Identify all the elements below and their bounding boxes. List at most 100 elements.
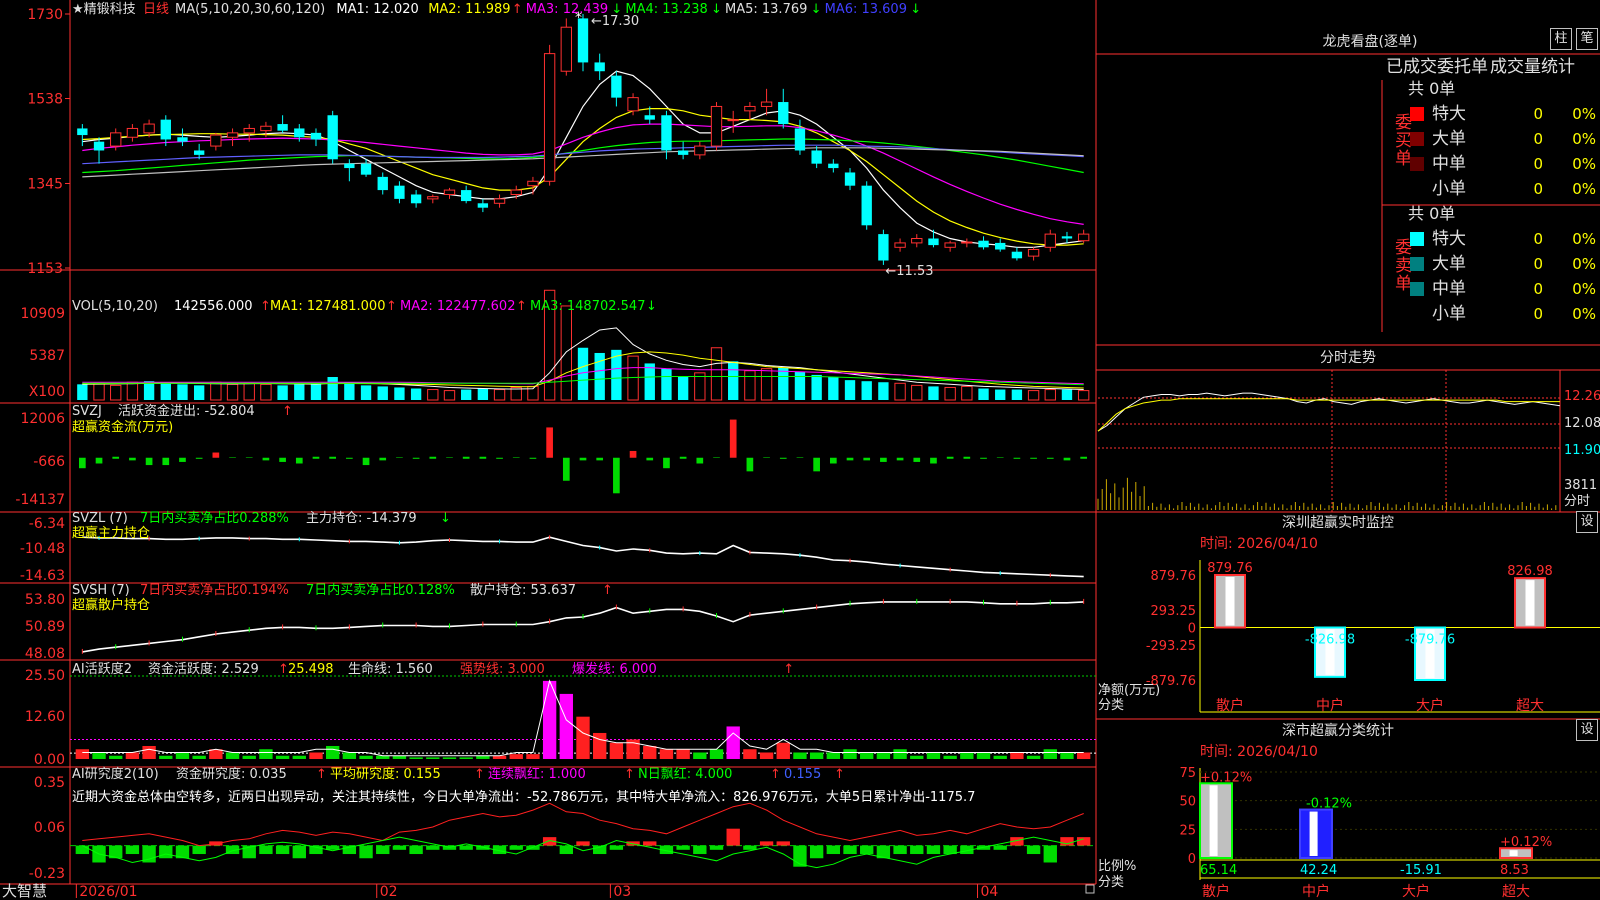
research-bar — [893, 845, 907, 855]
sell-row-label: 中单 — [1432, 279, 1466, 299]
svzj-bar — [479, 456, 487, 459]
candle-down — [677, 150, 689, 155]
vol-bar-up — [443, 390, 456, 401]
monitor-settings-button[interactable]: 设 — [1576, 511, 1598, 533]
class-change-label: +0.12% — [1200, 770, 1252, 785]
research-bar — [1043, 845, 1057, 863]
sell-row-pct: 0% — [1572, 255, 1596, 273]
monitor-value-label: -879.76 — [1405, 633, 1455, 648]
sell-row-label: 大单 — [1432, 254, 1466, 274]
ai-active-bar — [960, 752, 974, 759]
research-bar — [409, 845, 423, 855]
research-bar — [376, 845, 390, 855]
svzj-bar — [1063, 457, 1071, 461]
candle-up — [226, 132, 239, 138]
ai-active-bar — [192, 755, 206, 759]
svzj-bar — [1046, 457, 1054, 459]
candle-down — [394, 185, 405, 199]
chart-canvas[interactable]: 1730 1538 1345 1153 ★精锻科技 日线 MA(5,10,20,30,60,… — [0, 0, 1600, 900]
ai-active-bar — [926, 752, 941, 759]
ai-active-bar — [92, 752, 106, 759]
intraday-price-line — [1097, 392, 1561, 432]
class-category-label: 超大 — [1502, 884, 1530, 900]
intraday-tick-label: 12.26 — [1564, 389, 1600, 404]
class-bar-highlight — [1209, 785, 1218, 856]
sell-row-pct: 0% — [1572, 280, 1596, 298]
svsh-tick-label: 50.89 — [25, 619, 65, 635]
svzj-bar — [529, 457, 537, 459]
ai-active-bar — [793, 752, 807, 759]
buy-row-pct: 0% — [1572, 130, 1596, 148]
candle-up — [627, 97, 639, 112]
svzj-bar — [1030, 457, 1037, 459]
vol-bar-down — [477, 388, 489, 400]
candle-up — [1027, 249, 1040, 257]
svzl-arrow: ↓ — [440, 511, 451, 526]
svzj-bar — [546, 427, 553, 458]
buy-side-label-char: 买 — [1395, 131, 1412, 151]
pen-mode-button[interactable]: 笔 — [1576, 28, 1598, 50]
svzj-bar — [279, 457, 286, 462]
svzj-bar — [579, 457, 587, 461]
ai-active-bar — [943, 755, 957, 759]
ai-active-bar — [142, 745, 156, 759]
vol-bar-up — [1044, 389, 1056, 401]
vol-bar-down — [828, 377, 839, 400]
svzj-bar — [362, 457, 370, 466]
sell-row-count: 0 — [1533, 230, 1543, 248]
svzl-tick-label: -6.34 — [29, 516, 65, 532]
class-change-label: -0.12% — [1306, 797, 1352, 812]
ai-active-bar — [659, 749, 674, 759]
ai-active-bar — [876, 752, 891, 759]
ai-active-bar — [359, 755, 373, 759]
svzj-bar — [880, 457, 887, 462]
research-bar — [1026, 845, 1041, 855]
vol-bar-up — [110, 384, 122, 401]
candle-up — [744, 105, 756, 112]
candle-up — [443, 189, 456, 195]
vol-bar-down — [344, 382, 355, 400]
vol-ma3-arrow: ↓ — [646, 299, 657, 314]
lhb-title: 龙虎看盘(逐单) — [1323, 33, 1418, 50]
candle-down — [778, 102, 789, 125]
svzj-bar — [312, 456, 320, 459]
svzj-bar — [195, 457, 203, 459]
sell-side-label-char: 委 — [1395, 238, 1412, 258]
ai-tick-label: 0.00 — [34, 752, 65, 768]
vol-bar-up — [744, 370, 756, 401]
svzj-bar — [145, 457, 153, 466]
vol-bar-down — [377, 386, 388, 400]
vol-bar-up — [944, 386, 956, 401]
svzj-bar — [446, 457, 453, 458]
research-bar — [709, 845, 724, 850]
svsh-hold: 散户持仓: 53.637 — [470, 582, 576, 598]
class-tick-label: 25 — [1179, 823, 1196, 838]
class-bar-highlight — [1309, 811, 1318, 856]
class-settings-button[interactable]: 设 — [1576, 719, 1598, 741]
research-bar — [993, 845, 1007, 850]
research-cont-arrow: ↑ — [624, 767, 635, 782]
lock-icon — [1085, 884, 1095, 894]
class-time: 时间: 2026/04/10 — [1200, 744, 1318, 760]
ma2-value: MA2: 11.989 — [428, 2, 510, 17]
svzj-bar — [462, 456, 470, 459]
candle-down — [861, 185, 872, 226]
vol-bar-up — [760, 368, 773, 401]
ai-active-bar — [826, 752, 841, 759]
research-avg-arrow: ↑ — [474, 767, 485, 782]
svzj-bar — [779, 457, 787, 459]
sell-side-label-char: 单 — [1395, 274, 1412, 294]
research-bar — [676, 845, 690, 850]
svzj-bar — [329, 456, 337, 459]
vol-bar-down — [193, 385, 205, 400]
star-marker: * — [575, 10, 582, 26]
candle-down — [277, 124, 288, 131]
ai-tick-label: 25.50 — [25, 668, 65, 684]
class-xlabel: 分类 — [1098, 875, 1124, 890]
research-bar — [325, 845, 340, 850]
research-bar — [392, 845, 407, 850]
vol-bar-down — [410, 388, 422, 400]
vol-bar-down — [360, 385, 372, 400]
research-bar — [926, 845, 941, 855]
bar-mode-button[interactable]: 柱 — [1550, 28, 1572, 50]
